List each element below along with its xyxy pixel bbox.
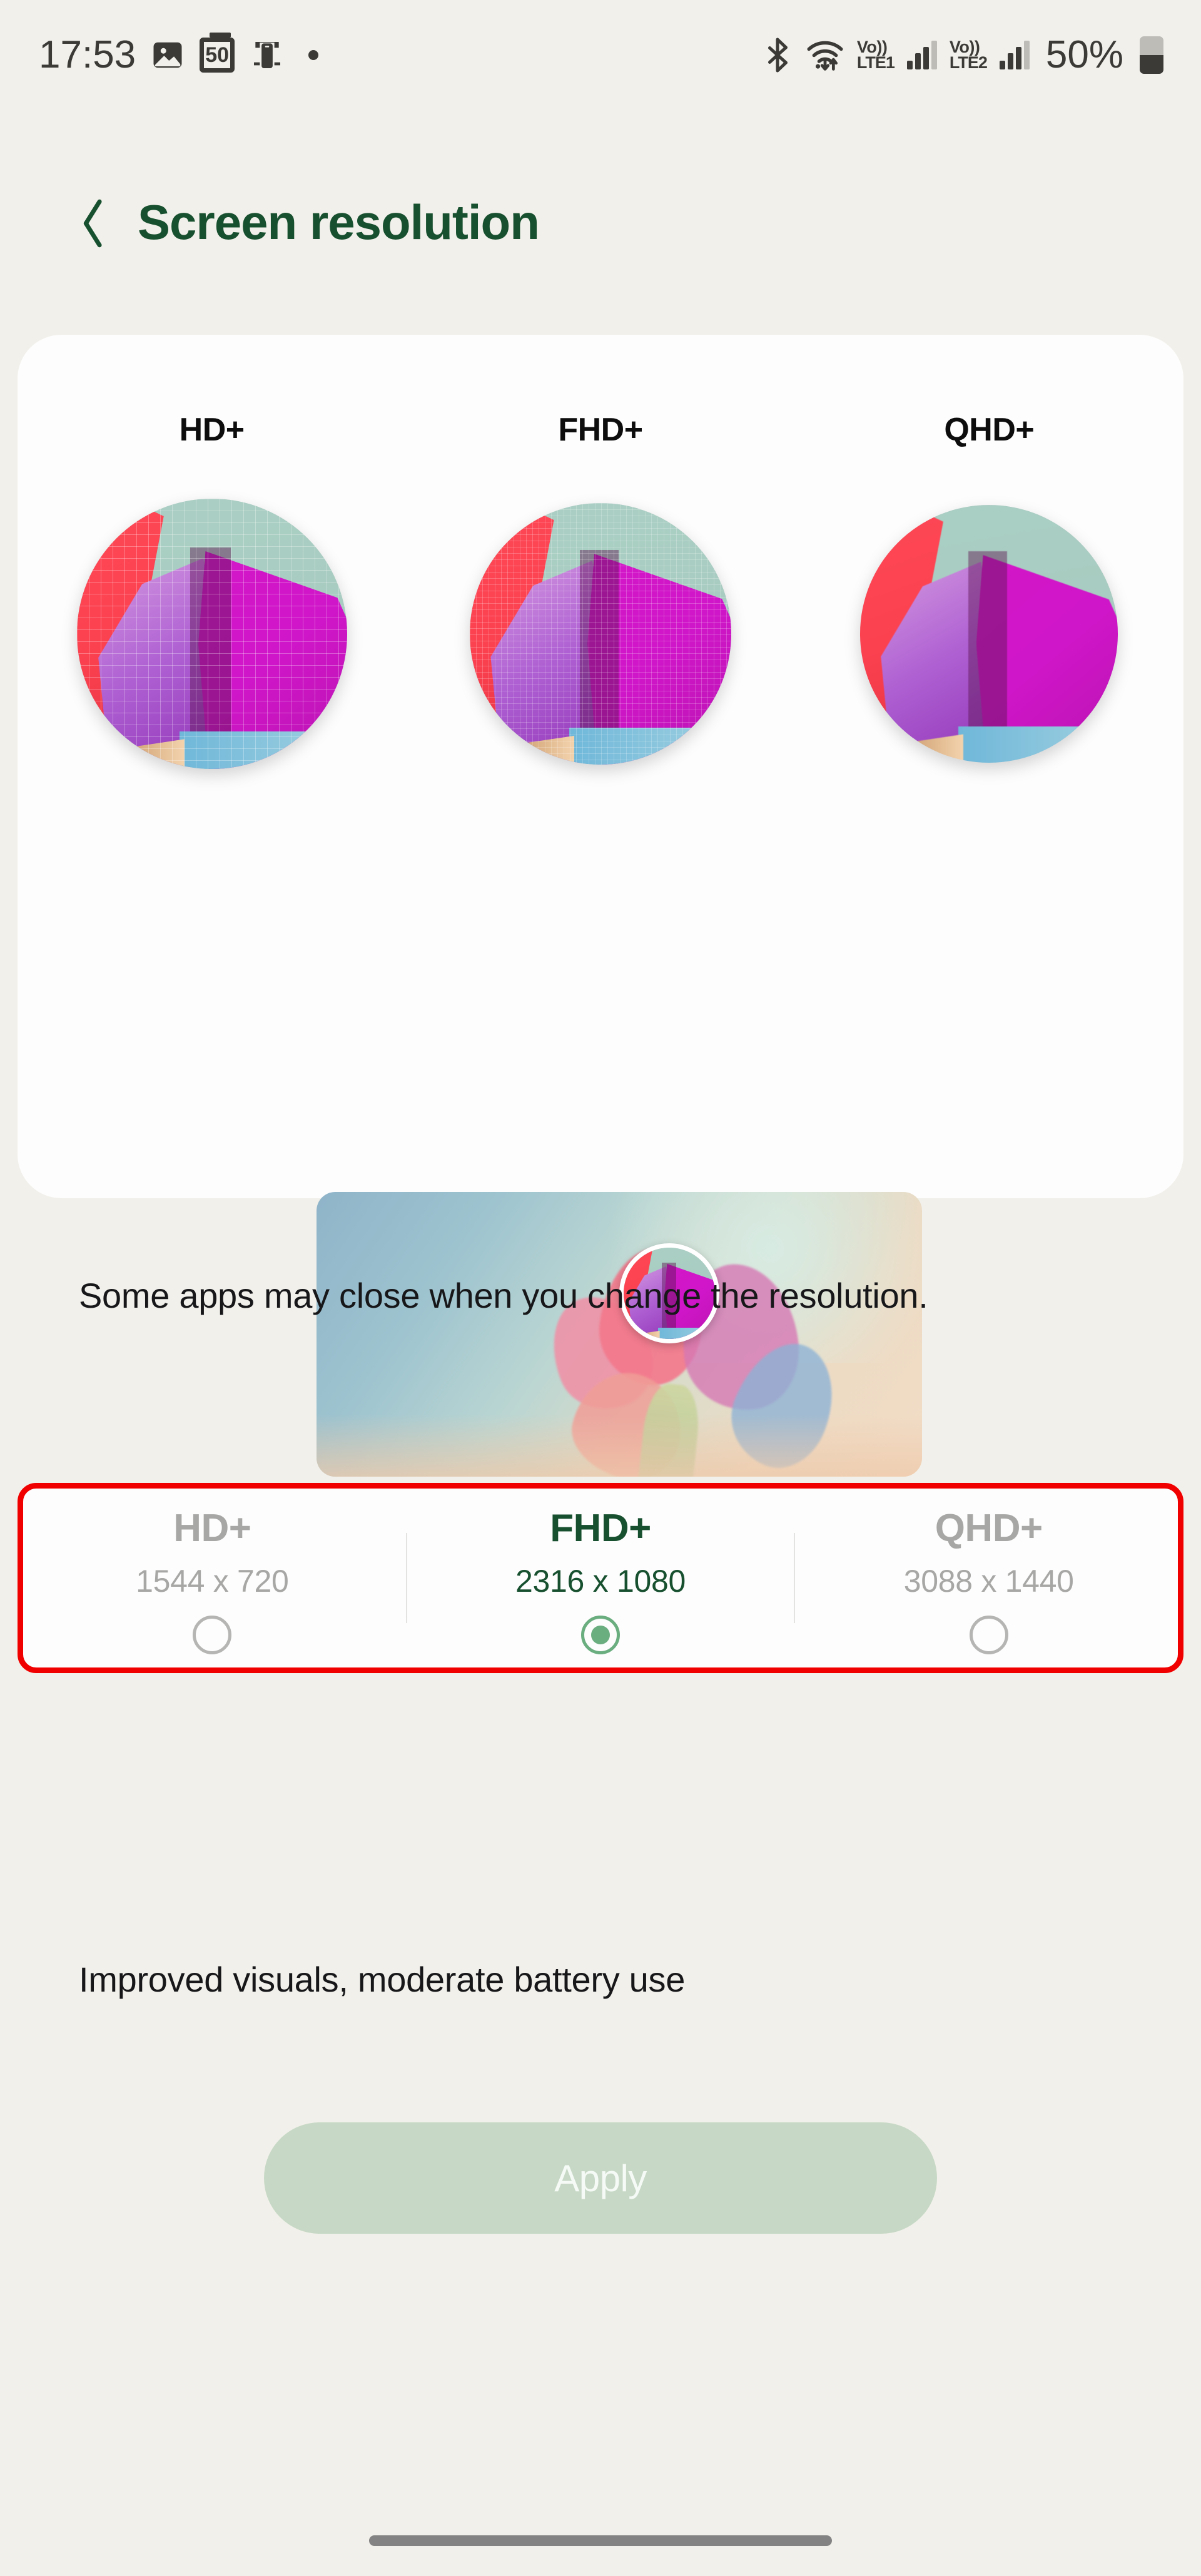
resolution-option-hd[interactable]: HD+ 1544 x 720: [19, 1484, 406, 1672]
thumbnail-labels-row: HD+ FHD+ QHD+: [18, 411, 1183, 449]
thumbnail-row: [18, 499, 1183, 769]
resolution-option-qhd-value: 3088 x 1440: [904, 1565, 1074, 1597]
status-clock: 17:53: [39, 36, 136, 74]
navigation-gesture-bar[interactable]: [369, 2535, 832, 2546]
page-title: Screen resolution: [138, 198, 539, 247]
status-bar: 17:53 50: [0, 0, 1201, 109]
volte1-bottom-label: LTE1: [857, 55, 894, 71]
back-button-icon[interactable]: [70, 194, 108, 250]
thumbnail-label-hd: HD+: [18, 411, 406, 449]
wifi-icon: [806, 38, 844, 72]
image-icon: [151, 38, 185, 72]
status-bar-right: Vo)) LTE1 Vo)) LTE2 50%: [762, 36, 1163, 74]
thumbnail-preview-fhd: [470, 503, 731, 765]
battery-icon: [1140, 36, 1163, 74]
apply-button[interactable]: Apply: [264, 2122, 937, 2234]
volte2-bottom-label: LTE2: [950, 55, 987, 71]
resolution-description: Improved visuals, moderate battery use: [79, 1957, 1080, 2003]
wallpaper-preview-image: [317, 1192, 922, 1477]
resolution-selector: HD+ 1544 x 720 FHD+ 2316 x 1080 QHD+ 308…: [19, 1484, 1182, 1672]
volte1-icon: Vo)) LTE1: [857, 39, 894, 71]
resolution-preview-card: HD+ FHD+ QHD+: [18, 335, 1183, 1198]
device-icon: [250, 38, 285, 73]
volte1-top-label: Vo)): [857, 39, 887, 55]
thumbnail-label-fhd: FHD+: [406, 411, 794, 449]
resolution-option-qhd[interactable]: QHD+ 3088 x 1440: [795, 1484, 1182, 1672]
screen-resolution-page: 17:53 50: [0, 0, 1201, 2576]
dot-icon: [308, 50, 318, 60]
resolution-option-fhd-value: 2316 x 1080: [515, 1565, 686, 1597]
thumbnail-preview-hd: [77, 499, 347, 769]
signal2-icon: [1000, 41, 1030, 69]
resolution-option-qhd-name: QHD+: [935, 1509, 1043, 1548]
page-header: Screen resolution: [0, 172, 1201, 272]
thumbnail-cell-qhd: [795, 505, 1183, 763]
thumbnail-preview-qhd: [860, 505, 1118, 763]
resolution-option-hd-value: 1544 x 720: [136, 1565, 288, 1597]
bluetooth-icon: [762, 37, 793, 73]
badge-50-icon: 50: [200, 38, 235, 73]
warning-text: Some apps may close when you change the …: [79, 1270, 1055, 1322]
radio-qhd[interactable]: [970, 1616, 1008, 1654]
thumbnail-label-qhd: QHD+: [795, 411, 1183, 449]
battery-percent-label: 50%: [1046, 36, 1123, 74]
resolution-option-fhd[interactable]: FHD+ 2316 x 1080: [407, 1484, 794, 1672]
resolution-option-fhd-name: FHD+: [550, 1509, 651, 1548]
resolution-selector-card: HD+ 1544 x 720 FHD+ 2316 x 1080 QHD+ 308…: [19, 1484, 1182, 1672]
signal1-icon: [907, 41, 937, 69]
status-bar-left: 17:53 50: [39, 36, 318, 74]
volte2-top-label: Vo)): [950, 39, 980, 55]
thumbnail-cell-fhd: [406, 503, 794, 765]
radio-fhd[interactable]: [581, 1616, 620, 1654]
thumbnail-cell-hd: [18, 499, 406, 769]
resolution-option-hd-name: HD+: [173, 1509, 251, 1548]
radio-hd[interactable]: [193, 1616, 231, 1654]
volte2-icon: Vo)) LTE2: [950, 39, 987, 71]
